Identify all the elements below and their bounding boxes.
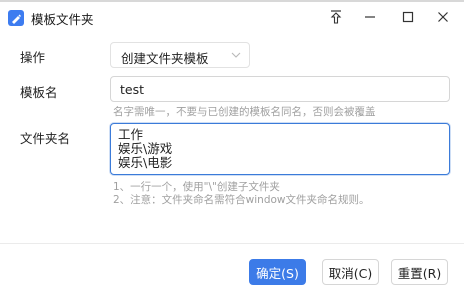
footer-divider bbox=[0, 243, 464, 244]
minimize-button[interactable] bbox=[357, 6, 383, 28]
close-button[interactable] bbox=[430, 6, 456, 28]
operation-select[interactable]: 创建文件夹模板 bbox=[110, 42, 250, 68]
cancel-button[interactable]: 取消(C) bbox=[322, 259, 379, 285]
folder-line: 娱乐\电影 bbox=[118, 155, 173, 170]
template-name-hint: 名字需唯一，不要与已创建的模板名同名，否则会被覆盖 bbox=[113, 106, 376, 118]
reset-button[interactable]: 重置(R) bbox=[391, 259, 448, 285]
title-bar[interactable]: 模板文件夹 bbox=[0, 2, 464, 32]
folder-line: 娱乐\游戏 bbox=[118, 141, 173, 156]
folder-line: 工作 bbox=[118, 127, 144, 142]
close-icon bbox=[438, 12, 448, 22]
folder-name-hint-2: 2、注意：文件夹命名需符合window文件夹命名规则。 bbox=[113, 194, 370, 206]
app-icon bbox=[8, 10, 24, 26]
pin-icon bbox=[330, 10, 342, 24]
minimize-icon bbox=[365, 16, 375, 18]
folder-name-textarea[interactable]: 工作 娱乐\游戏 娱乐\电影 bbox=[110, 123, 450, 175]
maximize-button[interactable] bbox=[395, 6, 421, 28]
operation-label: 操作 bbox=[20, 50, 46, 65]
pin-button[interactable] bbox=[323, 6, 349, 28]
window-title: 模板文件夹 bbox=[31, 12, 94, 27]
folder-name-label: 文件夹名 bbox=[20, 131, 71, 146]
template-name-input[interactable]: test bbox=[110, 76, 450, 102]
operation-select-value: 创建文件夹模板 bbox=[121, 51, 209, 66]
ok-button[interactable]: 确定(S) bbox=[249, 259, 306, 285]
template-name-value: test bbox=[120, 82, 145, 97]
chevron-down-icon bbox=[231, 52, 241, 58]
maximize-icon bbox=[402, 11, 414, 23]
template-name-label: 模板名 bbox=[20, 85, 58, 100]
